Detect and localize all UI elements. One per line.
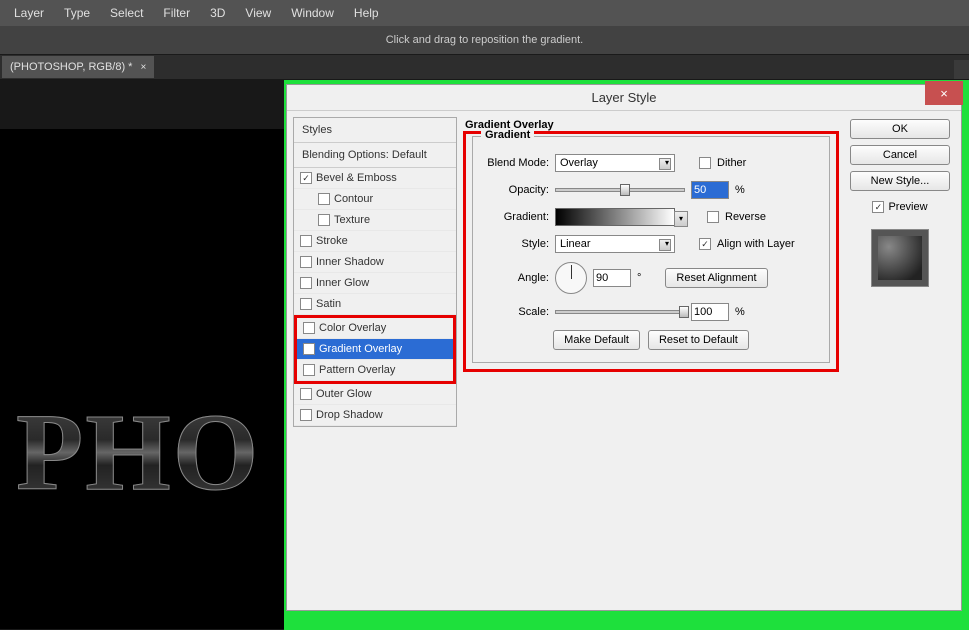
style-item-inner-glow[interactable]: Inner Glow: [294, 273, 456, 294]
dialog-titlebar[interactable]: Layer Style ×: [287, 85, 961, 111]
style-item-texture[interactable]: Texture: [294, 210, 456, 231]
gradient-overlay-panel: Gradient Overlay Gradient Blend Mode: Ov…: [463, 117, 839, 604]
menu-bar: Layer Type Select Filter 3D View Window …: [0, 0, 969, 26]
style-item-stroke[interactable]: Stroke: [294, 231, 456, 252]
style-item-inner-shadow[interactable]: Inner Shadow: [294, 252, 456, 273]
reset-to-default-button[interactable]: Reset to Default: [648, 330, 749, 350]
style-item-bevel-emboss[interactable]: Bevel & Emboss: [294, 168, 456, 189]
reverse-checkbox[interactable]: [707, 211, 719, 223]
percent-label: %: [735, 184, 745, 196]
menu-filter[interactable]: Filter: [153, 2, 200, 24]
angle-input[interactable]: [593, 269, 631, 287]
angle-label: Angle:: [481, 272, 549, 284]
reset-alignment-button[interactable]: Reset Alignment: [665, 268, 767, 288]
preview-swatch: [871, 229, 929, 287]
style-item-label: Inner Glow: [316, 277, 369, 289]
style-item-label: Bevel & Emboss: [316, 172, 397, 184]
document-tab-bar: (PHOTOSHOP, RGB/8) * ×: [0, 54, 969, 79]
style-checkbox[interactable]: [300, 172, 312, 184]
dialog-highlight: Layer Style × Styles Blending Options: D…: [284, 80, 969, 630]
style-checkbox[interactable]: [303, 364, 315, 376]
style-select[interactable]: Linear: [555, 235, 675, 253]
panel-dock[interactable]: [954, 60, 969, 80]
style-item-label: Drop Shadow: [316, 409, 383, 421]
menu-help[interactable]: Help: [344, 2, 389, 24]
tab-label: (PHOTOSHOP, RGB/8) *: [10, 61, 132, 73]
style-checkbox[interactable]: [300, 409, 312, 421]
style-checkbox[interactable]: [300, 277, 312, 289]
dialog-actions: OK Cancel New Style... Preview: [845, 117, 955, 604]
blend-mode-label: Blend Mode:: [481, 157, 549, 169]
style-checkbox[interactable]: [300, 298, 312, 310]
align-label: Align with Layer: [717, 238, 795, 250]
opacity-slider[interactable]: [555, 188, 685, 192]
close-icon[interactable]: ×: [140, 62, 146, 73]
menu-type[interactable]: Type: [54, 2, 100, 24]
style-item-color-overlay[interactable]: Color Overlay: [297, 318, 453, 339]
preview-label: Preview: [888, 201, 927, 213]
preview-checkbox[interactable]: [872, 201, 884, 213]
menu-view[interactable]: View: [235, 2, 281, 24]
menu-layer[interactable]: Layer: [4, 2, 54, 24]
close-button[interactable]: ×: [925, 81, 963, 105]
percent-label-2: %: [735, 306, 745, 318]
style-checkbox[interactable]: [300, 235, 312, 247]
style-item-label: Outer Glow: [316, 388, 372, 400]
degree-label: °: [637, 272, 641, 284]
scale-input[interactable]: [691, 303, 729, 321]
angle-knob[interactable]: [555, 262, 587, 294]
options-bar: Click and drag to reposition the gradien…: [0, 26, 969, 54]
style-item-outer-glow[interactable]: Outer Glow: [294, 384, 456, 405]
style-item-pattern-overlay[interactable]: Pattern Overlay: [297, 360, 453, 381]
style-item-label: Contour: [334, 193, 373, 205]
styles-header[interactable]: Styles: [294, 118, 456, 143]
style-checkbox[interactable]: [318, 214, 330, 226]
blend-mode-select[interactable]: Overlay: [555, 154, 675, 172]
reverse-label: Reverse: [725, 211, 766, 223]
style-item-label: Texture: [334, 214, 370, 226]
opacity-input[interactable]: [691, 181, 729, 199]
scale-label: Scale:: [481, 306, 549, 318]
menu-window[interactable]: Window: [281, 2, 344, 24]
style-label: Style:: [481, 238, 549, 250]
style-item-contour[interactable]: Contour: [294, 189, 456, 210]
ok-button[interactable]: OK: [850, 119, 950, 139]
style-checkbox[interactable]: [303, 343, 315, 355]
style-checkbox[interactable]: [300, 256, 312, 268]
align-checkbox[interactable]: [699, 238, 711, 250]
document-tab[interactable]: (PHOTOSHOP, RGB/8) * ×: [2, 56, 154, 78]
hint-text: Click and drag to reposition the gradien…: [386, 34, 584, 46]
menu-3d[interactable]: 3D: [200, 2, 235, 24]
style-item-label: Inner Shadow: [316, 256, 384, 268]
new-style-button[interactable]: New Style...: [850, 171, 950, 191]
dither-checkbox[interactable]: [699, 157, 711, 169]
style-item-drop-shadow[interactable]: Drop Shadow: [294, 405, 456, 426]
style-item-label: Stroke: [316, 235, 348, 247]
style-item-satin[interactable]: Satin: [294, 294, 456, 315]
style-checkbox[interactable]: [318, 193, 330, 205]
layer-style-dialog: Layer Style × Styles Blending Options: D…: [286, 84, 962, 611]
dither-label: Dither: [717, 157, 746, 169]
canvas-text-layer: PHO: [16, 389, 260, 516]
style-item-label: Gradient Overlay: [319, 343, 402, 355]
style-item-label: Satin: [316, 298, 341, 310]
opacity-label: Opacity:: [481, 184, 549, 196]
style-item-label: Color Overlay: [319, 322, 386, 334]
cancel-button[interactable]: Cancel: [850, 145, 950, 165]
make-default-button[interactable]: Make Default: [553, 330, 640, 350]
style-item-gradient-overlay[interactable]: Gradient Overlay: [297, 339, 453, 360]
styles-list: Styles Blending Options: Default Bevel &…: [293, 117, 457, 604]
dialog-title: Layer Style: [591, 90, 656, 105]
scale-slider[interactable]: [555, 310, 685, 314]
gradient-label: Gradient:: [481, 211, 549, 223]
menu-select[interactable]: Select: [100, 2, 153, 24]
gradient-swatch[interactable]: [555, 208, 675, 226]
group-title: Gradient: [481, 129, 534, 141]
blending-options-header[interactable]: Blending Options: Default: [294, 143, 456, 168]
style-checkbox[interactable]: [300, 388, 312, 400]
canvas[interactable]: [0, 129, 284, 629]
style-checkbox[interactable]: [303, 322, 315, 334]
style-item-label: Pattern Overlay: [319, 364, 395, 376]
